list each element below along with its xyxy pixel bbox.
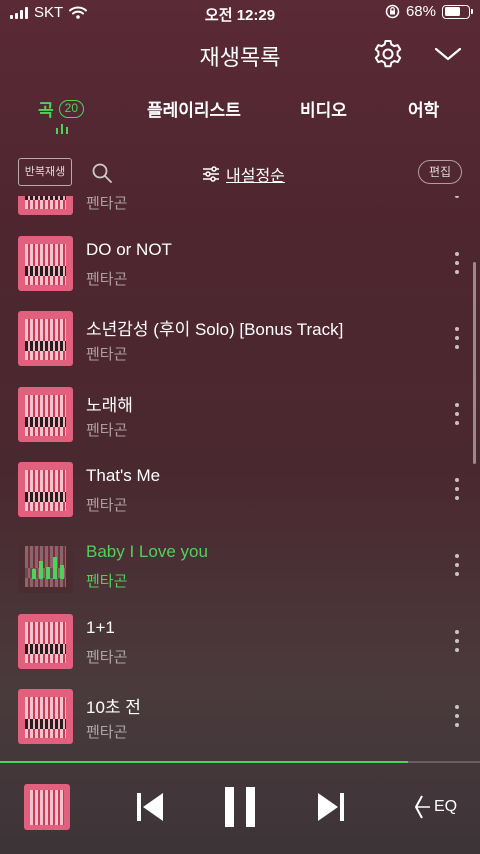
song-title: Baby I Love you [86, 541, 208, 561]
more-vertical-icon[interactable] [452, 196, 462, 198]
active-tab-indicator [56, 124, 68, 134]
header: 재생목록 [0, 32, 480, 76]
status-right: 68% [385, 3, 473, 20]
battery-icon [442, 4, 473, 19]
song-title: That's Me [86, 466, 161, 486]
eq-label: EQ [434, 798, 458, 815]
album-cover [18, 311, 73, 367]
search-icon [92, 163, 112, 183]
mini-player: EQ [0, 770, 480, 854]
song-artist: 펜타곤 [86, 421, 128, 439]
more-vertical-icon[interactable] [452, 478, 462, 501]
next-button[interactable] [315, 790, 347, 824]
playback-progress[interactable] [0, 761, 480, 763]
song-title: 10초 전 [86, 698, 141, 718]
song-row[interactable]: Baby I Love you 펜타곤 [0, 536, 480, 612]
tab-bar: 곡 20 플레이리스트 비디오 어학 [0, 96, 480, 136]
chevron-down-icon [434, 47, 462, 61]
playback-progress-fill [0, 761, 408, 763]
song-row[interactable]: 1+1 펜타곤 [0, 612, 480, 688]
status-bar: SKT 오전 12:29 68% [0, 0, 480, 26]
song-artist: 펜타곤 [86, 724, 128, 742]
settings-button[interactable] [372, 38, 404, 70]
edit-button[interactable]: 편집 [418, 160, 462, 184]
pause-icon [225, 787, 255, 827]
song-title: 1+1 [86, 617, 115, 637]
song-title: 소년감성 (후이 Solo) [Bonus Track] [86, 320, 344, 340]
scrollbar[interactable] [473, 262, 476, 464]
equalizer-icon [415, 795, 430, 819]
album-cover [18, 537, 73, 593]
search-button[interactable] [91, 162, 113, 184]
song-list: 펜타곤 DO or NOT 펜타곤 소년감성 (후이 Solo) [Bonus Tra… [0, 196, 480, 756]
repeat-button[interactable]: 반복재생 [18, 158, 72, 186]
album-cover [18, 196, 73, 215]
tab-video[interactable]: 비디오 [300, 96, 347, 121]
sliders-icon [203, 166, 219, 182]
album-cover [18, 386, 73, 442]
battery-percent: 68% [405, 3, 436, 20]
tab-language[interactable]: 어학 [408, 96, 439, 121]
more-vertical-icon[interactable] [452, 402, 462, 425]
now-playing-cover[interactable] [24, 784, 70, 830]
song-artist: 펜타곤 [86, 648, 128, 666]
now-playing-icon [32, 556, 64, 579]
tab-songs-label: 곡 [38, 101, 54, 120]
previous-button[interactable] [134, 790, 166, 824]
song-list-viewport[interactable]: 펜타곤 DO or NOT 펜타곤 소년감성 (후이 Solo) [Bonus Tra… [0, 196, 480, 756]
gear-icon [374, 40, 402, 68]
song-artist: 펜타곤 [86, 572, 128, 590]
song-row[interactable]: 소년감성 (후이 Solo) [Bonus Track] 펜타곤 [0, 309, 480, 385]
song-artist: 펜타곤 [86, 497, 128, 515]
skip-next-icon [318, 793, 344, 821]
album-cover [18, 689, 73, 745]
equalizer-button[interactable]: EQ [412, 792, 462, 822]
song-row[interactable]: 노래해펜타곤 [0, 385, 480, 461]
song-row[interactable]: 펜타곤 [0, 196, 480, 234]
song-row[interactable]: DO or NOT 펜타곤 [0, 234, 480, 310]
rotation-lock-icon [385, 4, 400, 19]
song-row[interactable]: That's Me 펜타곤 [0, 460, 480, 536]
sort-label: 내설정순 [226, 168, 285, 185]
song-artist: 펜타곤 [86, 196, 128, 212]
album-cover [18, 613, 73, 669]
more-vertical-icon[interactable] [452, 705, 462, 728]
collapse-button[interactable] [432, 40, 464, 68]
list-toolbar: 반복재생 내설정순 편집 [0, 156, 480, 188]
song-artist: 펜타곤 [86, 270, 128, 288]
song-row[interactable]: 10초 전펜타곤 [0, 687, 480, 756]
more-vertical-icon[interactable] [452, 251, 462, 274]
tab-songs[interactable]: 곡 20 [38, 96, 84, 121]
more-vertical-icon[interactable] [452, 327, 462, 350]
skip-previous-icon [137, 793, 163, 821]
song-count-badge: 20 [58, 99, 84, 118]
song-artist: 펜타곤 [86, 346, 128, 364]
album-cover [18, 235, 73, 291]
more-vertical-icon[interactable] [452, 629, 462, 652]
more-vertical-icon[interactable] [452, 553, 462, 576]
pause-button[interactable] [222, 786, 258, 828]
album-cover [18, 462, 73, 518]
song-title: DO or NOT [86, 239, 172, 259]
sort-button[interactable]: 내설정순 [202, 162, 285, 186]
tab-playlist[interactable]: 플레이리스트 [147, 96, 241, 121]
page-title: 재생목록 [199, 45, 281, 70]
song-title: 노래해 [86, 395, 133, 415]
